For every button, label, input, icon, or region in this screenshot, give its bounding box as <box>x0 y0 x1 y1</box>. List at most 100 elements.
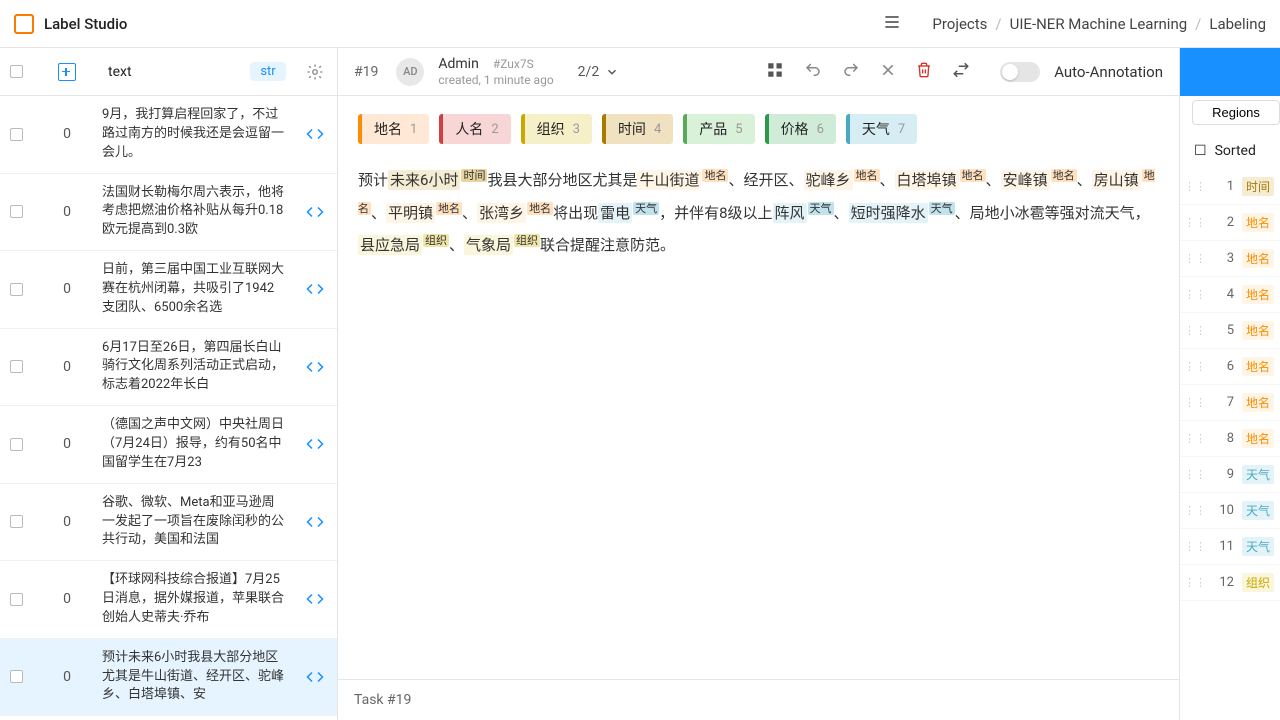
breadcrumb-labeling[interactable]: Labeling <box>1209 15 1266 33</box>
drag-handle-icon[interactable]: ⋮⋮ <box>1184 468 1206 481</box>
annotation-text[interactable]: 预计未来6小时时间我县大部分地区尤其是牛山街道地名、经开区、驼峰乡地名、白塔埠镇… <box>358 164 1159 262</box>
code-icon[interactable] <box>293 280 337 298</box>
entity-span[interactable]: 阵风 <box>773 203 807 223</box>
task-text: 日前，第三届中国工业互联网大赛在杭州闭幕，共吸引了1942支团队、6500余名选 <box>102 261 293 318</box>
drag-handle-icon[interactable]: ⋮⋮ <box>1184 360 1206 373</box>
entity-span[interactable]: 白塔埠镇 <box>895 170 959 190</box>
annotation-counter[interactable]: 2/2 <box>578 64 620 80</box>
drag-handle-icon[interactable]: ⋮⋮ <box>1184 576 1206 589</box>
brand: Label Studio <box>44 15 127 33</box>
region-item[interactable]: ⋮⋮1时间 <box>1180 169 1280 205</box>
auto-annotation-toggle[interactable] <box>1000 62 1040 82</box>
task-row[interactable]: 0日前，第三届中国工业互联网大赛在杭州闭幕，共吸引了1942支团队、6500余名… <box>0 251 337 329</box>
grid-view-icon[interactable] <box>766 61 784 83</box>
drag-handle-icon[interactable]: ⋮⋮ <box>1184 252 1206 265</box>
region-item[interactable]: ⋮⋮2地名 <box>1180 205 1280 241</box>
undo-icon[interactable] <box>804 61 822 83</box>
task-checkbox[interactable] <box>10 128 23 141</box>
code-icon[interactable] <box>293 590 337 608</box>
entity-span[interactable]: 短时强降水 <box>849 203 928 223</box>
select-all-checkbox[interactable] <box>10 65 23 78</box>
code-icon[interactable] <box>293 435 337 453</box>
created-time: created, 1 minute ago <box>438 73 553 87</box>
expand-icon[interactable] <box>58 63 76 81</box>
region-item[interactable]: ⋮⋮7地名 <box>1180 385 1280 421</box>
task-footer: Task #19 <box>338 679 1179 720</box>
gear-icon[interactable] <box>293 63 337 81</box>
code-icon[interactable] <box>293 668 337 686</box>
entity-span[interactable]: 平明镇 <box>386 203 435 223</box>
redo-icon[interactable] <box>842 61 860 83</box>
code-icon[interactable] <box>293 125 337 143</box>
sort-control[interactable]: ☐ Sorted <box>1180 137 1280 169</box>
regions-tab[interactable]: Regions <box>1192 100 1280 125</box>
task-count: 0 <box>32 359 102 375</box>
task-row[interactable]: 0（德国之声中文网）中央社周日（7月24日）报导，约有50名中国留学生在7月23 <box>0 406 337 484</box>
breadcrumb-projects[interactable]: Projects <box>932 15 987 33</box>
entity-span[interactable]: 安峰镇 <box>1001 170 1050 190</box>
region-item[interactable]: ⋮⋮3地名 <box>1180 241 1280 277</box>
entity-span[interactable]: 气象局 <box>464 235 513 255</box>
region-item[interactable]: ⋮⋮12组织 <box>1180 565 1280 601</box>
task-checkbox[interactable] <box>10 670 23 683</box>
task-checkbox[interactable] <box>10 360 23 373</box>
entity-span[interactable]: 雷电 <box>598 203 632 223</box>
entity-span[interactable]: 张湾乡 <box>477 203 526 223</box>
trash-icon[interactable] <box>916 62 932 82</box>
swap-icon[interactable] <box>952 61 970 83</box>
entity-span[interactable]: 未来6小时 <box>388 170 460 190</box>
label-chip-0[interactable]: 地名1 <box>358 114 429 144</box>
drag-handle-icon[interactable]: ⋮⋮ <box>1184 396 1206 409</box>
task-row[interactable]: 0谷歌、微软、Meta和亚马逊周一发起了一项旨在废除闰秒的公共行动，美国和法国 <box>0 484 337 562</box>
region-item[interactable]: ⋮⋮10天气 <box>1180 493 1280 529</box>
task-checkbox[interactable] <box>10 283 23 296</box>
task-row[interactable]: 02022世界人工智能大会（以下简称为"WAIC"）将于9月在沪举办。 <box>0 716 337 720</box>
entity-span[interactable]: 牛山街道 <box>637 170 701 190</box>
drag-handle-icon[interactable]: ⋮⋮ <box>1184 540 1206 553</box>
task-checkbox[interactable] <box>10 593 23 606</box>
task-text: 9月，我打算启程回家了，不过路过南方的时候我还是会逗留一会儿。 <box>102 106 293 163</box>
entity-span[interactable]: 驼峰乡 <box>804 170 853 190</box>
task-text: 6月17日至26日，第四届长白山骑行文化周系列活动正式启动，标志着2022年长白 <box>102 339 293 396</box>
task-count: 0 <box>32 281 102 297</box>
region-item[interactable]: ⋮⋮5地名 <box>1180 313 1280 349</box>
task-text: 预计未来6小时我县大部分地区尤其是牛山街道、经开区、驼峰乡、白塔埠镇、安 <box>102 649 293 706</box>
column-text[interactable]: text <box>102 64 243 80</box>
drag-handle-icon[interactable]: ⋮⋮ <box>1184 504 1206 517</box>
code-icon[interactable] <box>293 203 337 221</box>
menu-toggle-icon[interactable] <box>882 12 902 36</box>
drag-handle-icon[interactable]: ⋮⋮ <box>1184 432 1206 445</box>
region-item[interactable]: ⋮⋮4地名 <box>1180 277 1280 313</box>
task-checkbox[interactable] <box>10 515 23 528</box>
task-row[interactable]: 06月17日至26日，第四届长白山骑行文化周系列活动正式启动，标志着2022年长… <box>0 329 337 407</box>
label-chip-3[interactable]: 时间4 <box>602 114 673 144</box>
drag-handle-icon[interactable]: ⋮⋮ <box>1184 324 1206 337</box>
region-item[interactable]: ⋮⋮9天气 <box>1180 457 1280 493</box>
task-row[interactable]: 0法国财长勒梅尔周六表示，他将考虑把燃油价格补贴从每升0.18欧元提高到0.3欧 <box>0 174 337 252</box>
label-chip-4[interactable]: 产品5 <box>683 114 754 144</box>
label-chip-6[interactable]: 天气7 <box>846 114 917 144</box>
region-item[interactable]: ⋮⋮11天气 <box>1180 529 1280 565</box>
task-checkbox[interactable] <box>10 205 23 218</box>
label-chip-5[interactable]: 价格6 <box>765 114 836 144</box>
region-item[interactable]: ⋮⋮6地名 <box>1180 349 1280 385</box>
entity-span[interactable]: 县应急局 <box>358 235 422 255</box>
drag-handle-icon[interactable]: ⋮⋮ <box>1184 180 1206 193</box>
label-chip-1[interactable]: 人名2 <box>439 114 510 144</box>
task-row[interactable]: 0【环球网科技综合报道】7月25日消息，据外媒报道，苹果联合创始人史蒂夫·乔布 <box>0 561 337 639</box>
breadcrumb-project[interactable]: UIE-NER Machine Learning <box>1010 15 1188 33</box>
region-item[interactable]: ⋮⋮8地名 <box>1180 421 1280 457</box>
task-row[interactable]: 09月，我打算启程回家了，不过路过南方的时候我还是会逗留一会儿。 <box>0 96 337 174</box>
close-icon[interactable] <box>880 62 896 82</box>
drag-handle-icon[interactable]: ⋮⋮ <box>1184 216 1206 229</box>
code-icon[interactable] <box>293 513 337 531</box>
entity-span[interactable]: 房山镇 <box>1092 170 1141 190</box>
task-checkbox[interactable] <box>10 438 23 451</box>
submit-button[interactable] <box>1180 48 1280 96</box>
label-chip-2[interactable]: 组织3 <box>521 114 592 144</box>
task-count: 0 <box>32 436 102 452</box>
code-icon[interactable] <box>293 358 337 376</box>
drag-handle-icon[interactable]: ⋮⋮ <box>1184 288 1206 301</box>
breadcrumb: Projects / UIE-NER Machine Learning / La… <box>932 15 1266 33</box>
task-row[interactable]: 0预计未来6小时我县大部分地区尤其是牛山街道、经开区、驼峰乡、白塔埠镇、安 <box>0 639 337 717</box>
